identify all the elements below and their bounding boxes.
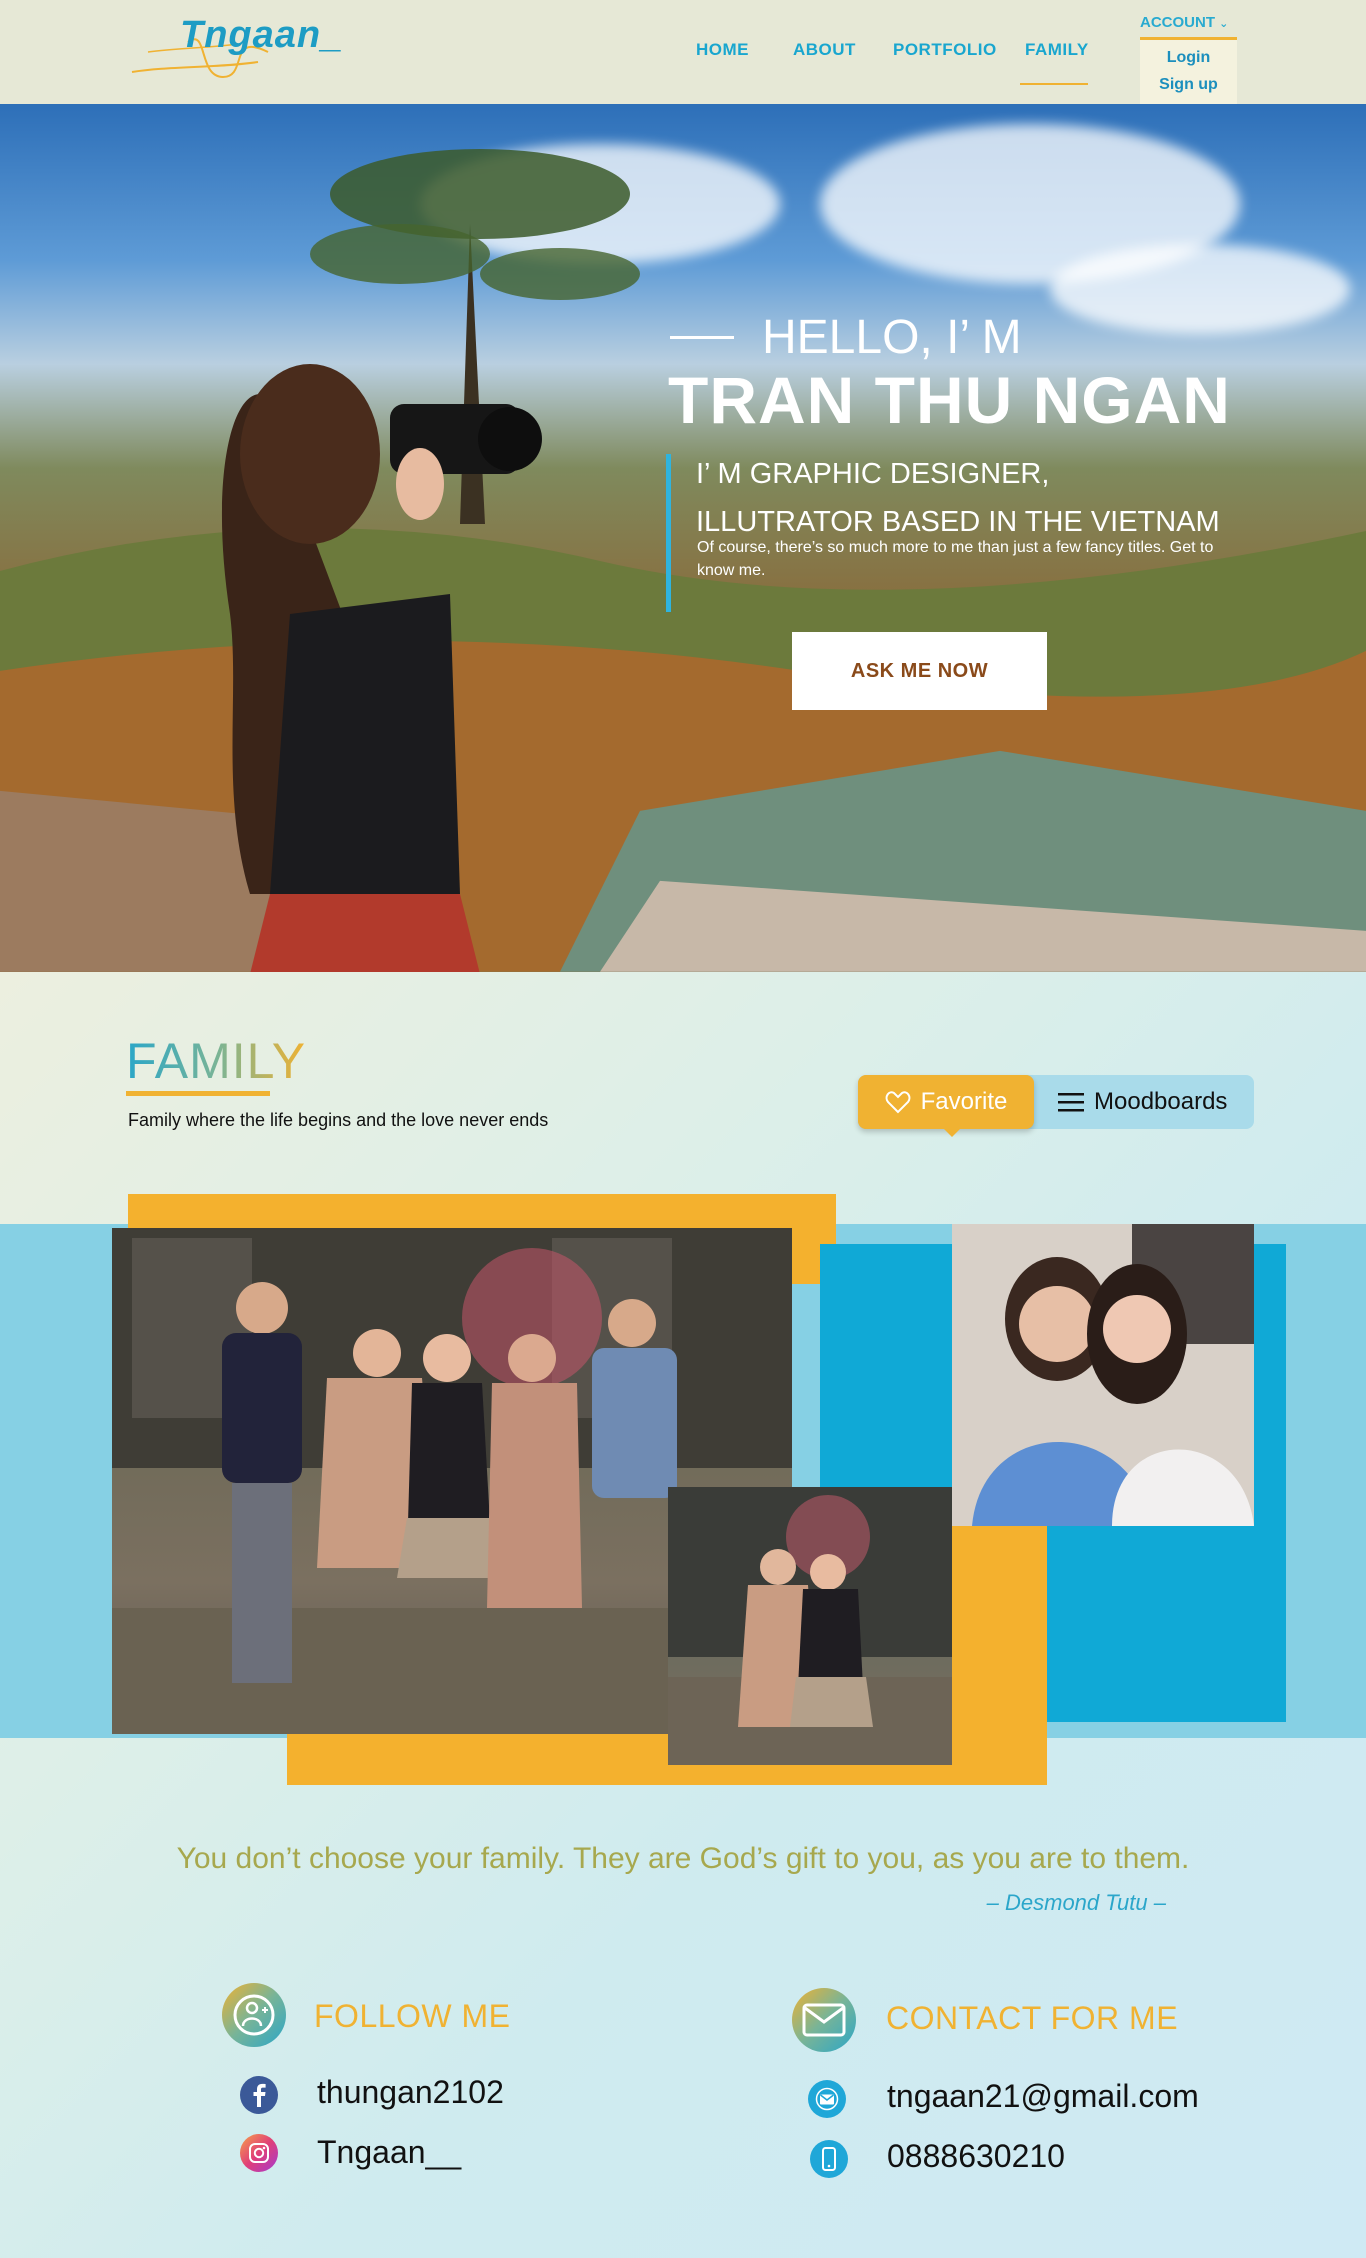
mother-daughter-photo[interactable] [952, 1224, 1254, 1526]
instagram-icon[interactable] [240, 2134, 278, 2172]
greeting-dash [670, 336, 734, 339]
family-title: FAMILY [126, 1033, 307, 1089]
nav-family[interactable]: FAMILY [1025, 40, 1089, 60]
facebook-handle[interactable]: thungan2102 [317, 2074, 504, 2111]
photographer-illustration [221, 364, 542, 972]
moodboards-tab[interactable]: Moodboards [1058, 1075, 1227, 1129]
nav-portfolio[interactable]: PORTFOLIO [893, 40, 997, 60]
hero-role: I’ M GRAPHIC DESIGNER, ILLUTRATOR BASED … [696, 450, 1220, 546]
family-title-underline [126, 1091, 270, 1096]
chevron-down-icon: ⌄ [1219, 18, 1229, 30]
contact-title: CONTACT FOR ME [886, 2000, 1179, 2036]
nav-home[interactable]: HOME [696, 40, 749, 60]
family-quote: You don’t choose your family. They are G… [176, 1842, 1190, 1875]
family-subtitle: Family where the life begins and the lov… [128, 1110, 549, 1130]
hero-name: TRAN THU NGAN [668, 363, 1231, 437]
instagram-handle[interactable]: Tngaan__ [317, 2134, 461, 2171]
follow-me-icon [222, 1983, 286, 2047]
logo[interactable]: Tngaan_ [128, 14, 368, 84]
email-icon[interactable] [808, 2080, 846, 2118]
menu-icon [1058, 1093, 1084, 1112]
account-menu: Login Sign up [1140, 37, 1237, 104]
cloud-shape [1050, 244, 1350, 334]
facebook-glyph-icon [253, 2083, 266, 2107]
user-circle-icon [233, 1994, 275, 2036]
hero-greeting: HELLO, I’ M [670, 310, 1022, 365]
account-label: ACCOUNT [1140, 14, 1215, 31]
sisters-photo[interactable] [668, 1487, 952, 1765]
view-toggle: Favorite Moodboards [858, 1075, 1254, 1137]
signup-link[interactable]: Sign up [1140, 71, 1237, 98]
nav-about[interactable]: ABOUT [793, 40, 856, 60]
follow-me-title: FOLLOW ME [314, 1998, 511, 2034]
mobile-phone-icon [822, 2147, 836, 2171]
moodboards-label: Moodboards [1094, 1088, 1228, 1115]
hero-accent-bar [666, 454, 671, 612]
nav-active-indicator [1020, 83, 1088, 85]
favorite-tab[interactable]: Favorite [858, 1075, 1034, 1129]
ask-me-now-button[interactable]: ASK ME NOW [792, 632, 1047, 710]
hero-role-line1: I’ M GRAPHIC DESIGNER, [696, 458, 1050, 490]
account-toggle[interactable]: ACCOUNT ⌄ [1140, 14, 1236, 31]
login-link[interactable]: Login [1140, 44, 1237, 71]
favorite-pointer [944, 1129, 960, 1137]
hero-banner: HELLO, I’ M TRAN THU NGAN I’ M GRAPHIC D… [0, 104, 1366, 972]
instagram-glyph-icon [249, 2143, 269, 2163]
contact-icon [792, 1988, 856, 2052]
email-address[interactable]: tngaan21@gmail.com [887, 2078, 1199, 2115]
phone-number[interactable]: 0888630210 [887, 2138, 1065, 2175]
mail-icon [802, 2003, 846, 2037]
site-header: Tngaan_ HOME ABOUT PORTFOLIO FAMILY ACCO… [0, 0, 1366, 104]
phone-icon[interactable] [810, 2140, 848, 2178]
hero-description: Of course, there’s so much more to me th… [697, 539, 1214, 579]
quote-author: – Desmond Tutu – [986, 1890, 1166, 1915]
favorite-label: Favorite [920, 1088, 1008, 1115]
account-dropdown[interactable]: ACCOUNT ⌄ Login Sign up [1140, 14, 1237, 104]
heart-icon [885, 1091, 911, 1114]
envelope-icon [815, 2087, 839, 2111]
facebook-icon[interactable] [240, 2076, 278, 2114]
mother-daughter-illustration [952, 1224, 1254, 1526]
hero-hello-text: HELLO, I’ M [762, 311, 1022, 364]
sisters-illustration [668, 1487, 952, 1765]
logo-text: Tngaan_ [180, 14, 344, 56]
